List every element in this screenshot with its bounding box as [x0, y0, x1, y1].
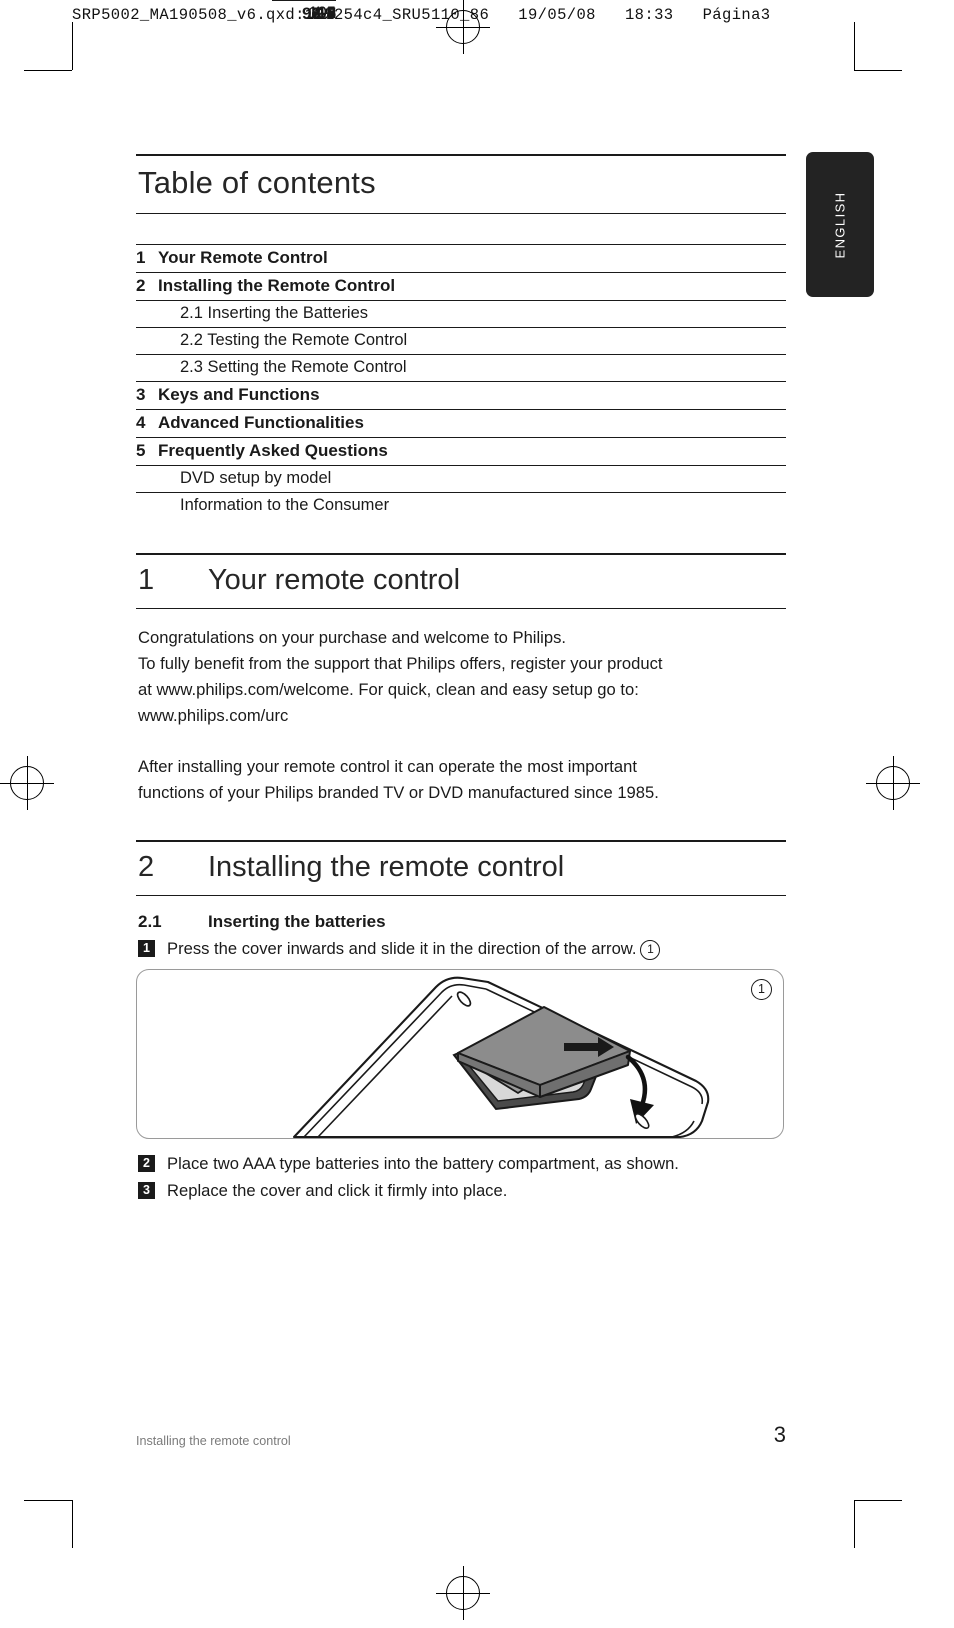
step-1-text-wrap: Press the cover inwards and slide it in …: [167, 936, 786, 961]
toc-row-label[interactable]: Information to the Consumer: [158, 492, 786, 519]
language-tab-english: ENGLISH: [806, 152, 874, 297]
toc-row-number: [136, 492, 158, 519]
toc-row-label[interactable]: 2.3 Setting the Remote Control: [158, 354, 786, 382]
toc-row-label[interactable]: 2.2 Testing the Remote Control: [158, 327, 786, 355]
chapter-1-paragraph-2: After installing your remote control it …: [138, 754, 786, 806]
toc-row-label[interactable]: Frequently Asked Questions: [158, 437, 786, 466]
registration-mark-right: [866, 756, 920, 810]
page-footer: Installing the remote control 3: [136, 1422, 786, 1448]
para2-line-2: functions of your Philips branded TV or …: [138, 783, 659, 802]
toc-row-label[interactable]: 2.1 Inserting the Batteries: [158, 300, 786, 328]
para1-line-3: at www.philips.com/welcome. For quick, c…: [138, 680, 639, 699]
chapter-2-bottom-rule: [136, 895, 786, 896]
step-2: 2 Place two AAA type batteries into the …: [136, 1151, 786, 1176]
page-content: Table of contents 1 Your Remote Control 3 2…: [136, 0, 786, 1620]
crop-mark-bottom-right-horizontal: [854, 1500, 902, 1501]
para1-line-2: To fully benefit from the support that P…: [138, 654, 663, 673]
section-2-1-heading: 2.1 Inserting the batteries: [136, 912, 786, 932]
toc-row-page: 104: [272, 0, 336, 1628]
chapter-2-number: 2: [138, 851, 155, 883]
step-1-callout: 1: [640, 940, 661, 960]
figure-callout-1: 1: [751, 979, 772, 1000]
toc-row-number: [136, 354, 158, 382]
chapter-1-paragraph-1: Congratulations on your purchase and wel…: [138, 625, 786, 729]
step-1: 1 Press the cover inwards and slide it i…: [136, 936, 786, 961]
registration-mark-left: [0, 756, 54, 810]
para2-line-1: After installing your remote control it …: [138, 757, 637, 776]
step-1-text: Press the cover inwards and slide it in …: [167, 939, 637, 958]
toc-row-number: 4: [136, 409, 158, 438]
para1-line-4: www.philips.com/urc: [138, 706, 289, 725]
footer-section-label: Installing the remote control: [136, 1434, 291, 1448]
toc-row-number: 3: [136, 381, 158, 410]
toc-row: 2 Installing the Remote Control 3-5: [136, 0, 786, 301]
crop-mark-top-left-vertical: [72, 22, 73, 70]
toc-title: Table of contents: [138, 165, 376, 200]
toc-row-number: [136, 300, 158, 328]
toc-row: 3 Keys and Functions 6-7: [136, 0, 786, 410]
chapter-1-heading: 1 Your remote control: [136, 555, 786, 608]
toc-row-label[interactable]: Installing the Remote Control: [158, 272, 786, 301]
toc-row: DVD setup by model 102: [136, 0, 786, 493]
step-3-text: Replace the cover and click it firmly in…: [167, 1181, 508, 1200]
toc-row-label[interactable]: Advanced Functionalities: [158, 409, 786, 438]
chapter-1-bottom-rule: [136, 608, 786, 609]
chapter-1-body: Congratulations on your purchase and wel…: [136, 625, 786, 806]
toc-row-number: 5: [136, 437, 158, 466]
toc-row: 1 Your Remote Control 3: [136, 0, 786, 273]
toc-row: 5 Frequently Asked Questions 9-10: [136, 0, 786, 466]
chapter-2-title: Installing the remote control: [208, 851, 565, 883]
toc-title-rule: [136, 213, 786, 214]
crop-mark-bottom-left-vertical: [72, 1500, 73, 1548]
crop-mark-bottom-left-horizontal: [24, 1500, 72, 1501]
toc-body: 1 Your Remote Control 3 2 Installing the Rem…: [136, 0, 786, 519]
step-2-text: Place two AAA type batteries into the ba…: [167, 1154, 679, 1173]
footer-page-number: 3: [773, 1422, 786, 1447]
para1-line-1: Congratulations on your purchase and wel…: [138, 628, 566, 647]
remote-control-illustration: 1: [136, 969, 784, 1139]
chapter-1-number: 1: [138, 564, 155, 596]
toc-row-number: 2: [136, 272, 158, 301]
toc-row-label[interactable]: Your Remote Control: [158, 244, 786, 273]
toc-row: Information to the Consumer 104: [136, 0, 786, 519]
toc-row-label[interactable]: Keys and Functions: [158, 381, 786, 410]
table-of-contents: 1 Your Remote Control 3 2 Installing the Rem…: [136, 0, 786, 519]
chapter-1: 1 Your remote control Congratulations on…: [136, 553, 786, 806]
crop-mark-top-left-horizontal: [24, 70, 72, 71]
toc-row-number: [136, 465, 158, 493]
step-3: 3 Replace the cover and click it firmly …: [136, 1178, 786, 1203]
toc-row-number: 1: [136, 244, 158, 273]
chapter-2: 2 Installing the remote control 2.1 Inse…: [136, 840, 786, 1203]
crop-mark-bottom-right-vertical: [854, 1500, 855, 1548]
crop-mark-top-right-vertical: [854, 22, 855, 70]
toc-row-label[interactable]: DVD setup by model: [158, 465, 786, 493]
toc-row: 4 Advanced Functionalities 7-8: [136, 0, 786, 438]
toc-row-number: [136, 327, 158, 355]
crop-mark-top-right-horizontal: [854, 70, 902, 71]
step-2-badge: 2: [138, 1155, 155, 1172]
step-1-badge: 1: [138, 940, 155, 957]
remote-battery-drawing: [292, 976, 710, 1139]
chapter-2-heading: 2 Installing the remote control: [136, 842, 786, 895]
language-tab-label: ENGLISH: [832, 191, 848, 258]
toc-row: 2.1 Inserting the Batteries 3: [136, 0, 786, 328]
toc-row: 2.3 Setting the Remote Control 4-5: [136, 0, 786, 382]
section-2-1-number: 2.1: [138, 912, 162, 931]
step-3-badge: 3: [138, 1182, 155, 1199]
toc-row: 2.2 Testing the Remote Control 4: [136, 0, 786, 355]
